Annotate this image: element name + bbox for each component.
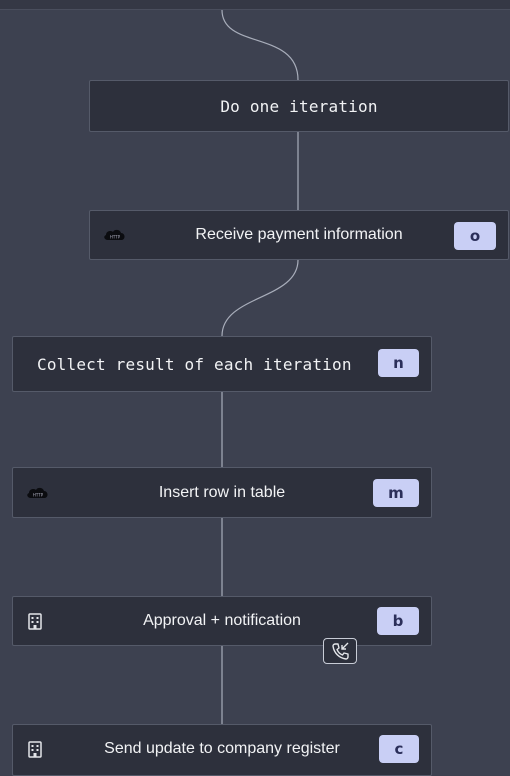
- node-approval-notification[interactable]: Approval + notification b: [12, 596, 432, 646]
- node-label: Receive payment information: [195, 226, 403, 243]
- node-do-one-iteration[interactable]: Do one iteration: [89, 80, 509, 132]
- connector-2-3: [221, 259, 299, 337]
- node-badge: n: [378, 349, 419, 377]
- node-badge: m: [373, 479, 419, 507]
- node-insert-row-in-table[interactable]: HTTP Insert row in table m: [12, 467, 432, 518]
- node-badge: b: [377, 607, 419, 635]
- node-badge: c: [379, 735, 419, 763]
- node-collect-result[interactable]: Collect result of each iteration n: [12, 336, 432, 392]
- node-label: Approval + notification: [143, 612, 301, 629]
- node-label: Collect result of each iteration: [37, 354, 352, 374]
- node-label: Insert row in table: [158, 483, 286, 501]
- node-badge: o: [454, 222, 496, 250]
- node-send-update-company-register[interactable]: Send update to company register c: [12, 724, 432, 776]
- phone-incoming-icon[interactable]: [323, 638, 357, 664]
- node-label: Send update to company register: [104, 740, 340, 757]
- node-receive-payment-information[interactable]: HTTP Receive payment information o: [89, 210, 509, 260]
- node-label: Do one iteration: [220, 96, 378, 116]
- connector-entry: [221, 9, 299, 81]
